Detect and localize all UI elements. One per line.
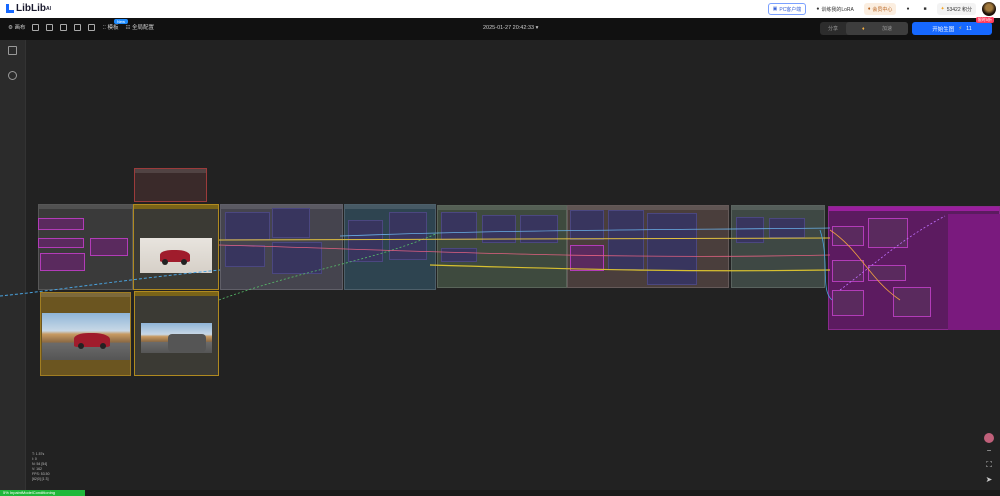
progress-bar: 5% InpaintModelConditioning [0,490,85,496]
canvas-stats: T: 1.57s I: 0 N: 54 [54] V: 162 FPS: 53.50 [6… [32,452,50,481]
zoom-out-icon[interactable]: − [984,446,994,456]
send-icon[interactable]: ➤ [984,475,994,485]
status-bar: 5% InpaintModelConditioning [0,490,1000,496]
node-wires [0,215,946,301]
fit-view-icon[interactable]: ⛶ [984,460,994,470]
assistant-button[interactable] [984,433,994,443]
